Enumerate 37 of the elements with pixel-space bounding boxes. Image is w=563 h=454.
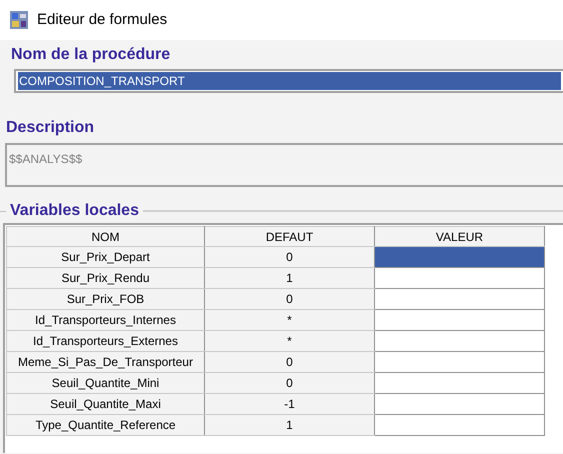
- value-cell[interactable]: [374, 352, 544, 372]
- table-cell: *: [204, 330, 374, 352]
- app-icon: [9, 10, 29, 30]
- table-cell: Type_Quantite_Reference: [6, 414, 204, 436]
- table-cell: Id_Transporteurs_Internes: [6, 310, 204, 330]
- procedure-field[interactable]: COMPOSITION_TRANSPORT: [14, 69, 563, 93]
- group-title: Variables locales: [9, 201, 140, 221]
- value-cell[interactable]: [374, 246, 544, 268]
- table-cell: -1: [204, 394, 374, 414]
- value-cell[interactable]: [374, 330, 544, 352]
- value-cell[interactable]: [374, 310, 544, 330]
- window-title: Editeur de formules: [37, 10, 168, 30]
- table-cell: 1: [204, 268, 374, 288]
- column-header: VALEUR: [374, 226, 544, 246]
- table-cell: 0: [204, 352, 374, 372]
- value-cell[interactable]: [374, 268, 544, 288]
- column-header: NOM: [6, 226, 204, 246]
- table-cell: 1: [204, 414, 374, 436]
- table-cell: Seuil_Quantite_Mini: [6, 372, 204, 394]
- value-cell[interactable]: [374, 414, 544, 436]
- table-cell: 0: [204, 288, 374, 310]
- field-label: Description: [6, 118, 96, 138]
- table-cell: 0: [204, 372, 374, 394]
- table-cell: Sur_Prix_Rendu: [6, 268, 204, 288]
- value-cell[interactable]: [374, 288, 544, 310]
- table-cell: Sur_Prix_FOB: [6, 288, 204, 310]
- table-cell: 0: [204, 246, 374, 268]
- table-cell: Id_Transporteurs_Externes: [6, 330, 204, 352]
- value-cell[interactable]: [374, 372, 544, 394]
- table-cell: Meme_Si_Pas_De_Transporteur: [6, 352, 204, 372]
- column-header: DEFAUT: [204, 226, 374, 246]
- field-label: Nom de la procédure: [11, 45, 172, 65]
- table-cell: Seuil_Quantite_Maxi: [6, 394, 204, 414]
- description-field[interactable]: $$ANALYS$$: [5, 143, 563, 187]
- table-cell: *: [204, 310, 374, 330]
- table-cell: Sur_Prix_Depart: [6, 246, 204, 268]
- value-cell[interactable]: [374, 394, 544, 414]
